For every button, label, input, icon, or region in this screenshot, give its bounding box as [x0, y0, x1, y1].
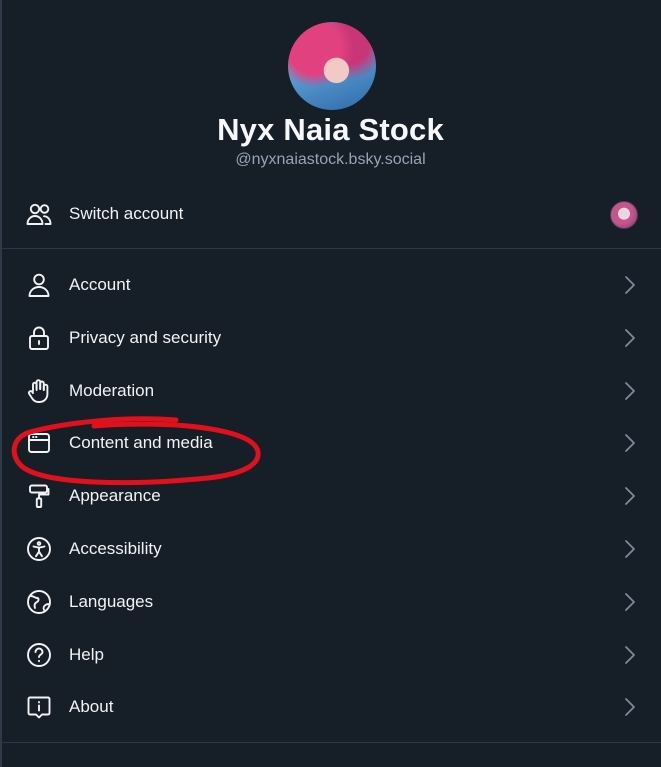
chevron-right-icon — [624, 592, 636, 612]
chevron-right-icon — [624, 539, 636, 559]
switch-account-button[interactable]: Switch account — [0, 186, 661, 242]
info-bubble-icon — [24, 692, 54, 722]
divider — [2, 742, 661, 743]
people-icon — [24, 199, 54, 229]
settings-item-help[interactable]: Help — [0, 628, 661, 681]
settings-item-account[interactable]: Account — [0, 258, 661, 311]
person-icon — [24, 270, 54, 300]
settings-item-label: Languages — [69, 591, 154, 611]
settings-item-label: Appearance — [69, 485, 161, 505]
chevron-right-icon — [624, 486, 636, 506]
account-avatar — [610, 201, 638, 229]
settings-item-label: Accessibility — [69, 538, 162, 558]
settings-item-accessibility[interactable]: Accessibility — [0, 522, 661, 575]
settings-item-label: About — [69, 696, 114, 716]
window-icon — [24, 428, 54, 458]
chevron-right-icon — [624, 381, 636, 401]
avatar[interactable] — [288, 22, 376, 110]
question-circle-icon — [24, 640, 54, 670]
settings-item-about[interactable]: About — [0, 680, 661, 733]
settings-item-label: Account — [69, 274, 131, 294]
switch-account-label: Switch account — [69, 204, 184, 223]
profile-header: Nyx Naia Stock @nyxnaiastock.bsky.social — [0, 0, 661, 190]
accessibility-icon — [24, 534, 54, 564]
settings-item-content-and-media[interactable]: Content and media — [0, 416, 661, 469]
settings-item-label: Help — [69, 644, 104, 664]
paint-roller-icon — [24, 481, 54, 511]
settings-item-label: Content and media — [69, 432, 213, 452]
lock-icon — [24, 323, 54, 353]
settings-item-label: Moderation — [69, 380, 155, 400]
display-name: Nyx Naia Stock — [217, 112, 444, 147]
chevron-right-icon — [624, 328, 636, 348]
chevron-right-icon — [624, 433, 636, 453]
account-handle: @nyxnaiastock.bsky.social — [235, 151, 426, 168]
settings-item-languages[interactable]: Languages — [0, 575, 661, 628]
chevron-right-icon — [624, 275, 636, 295]
chevron-right-icon — [624, 697, 636, 717]
settings-item-privacy[interactable]: Privacy and security — [0, 311, 661, 364]
settings-item-moderation[interactable]: Moderation — [0, 364, 661, 417]
settings-item-label: Privacy and security — [69, 327, 222, 347]
chevron-right-icon — [624, 645, 636, 665]
settings-item-appearance[interactable]: Appearance — [0, 469, 661, 522]
globe-icon — [24, 587, 54, 617]
divider — [2, 248, 661, 249]
hand-icon — [24, 376, 54, 406]
